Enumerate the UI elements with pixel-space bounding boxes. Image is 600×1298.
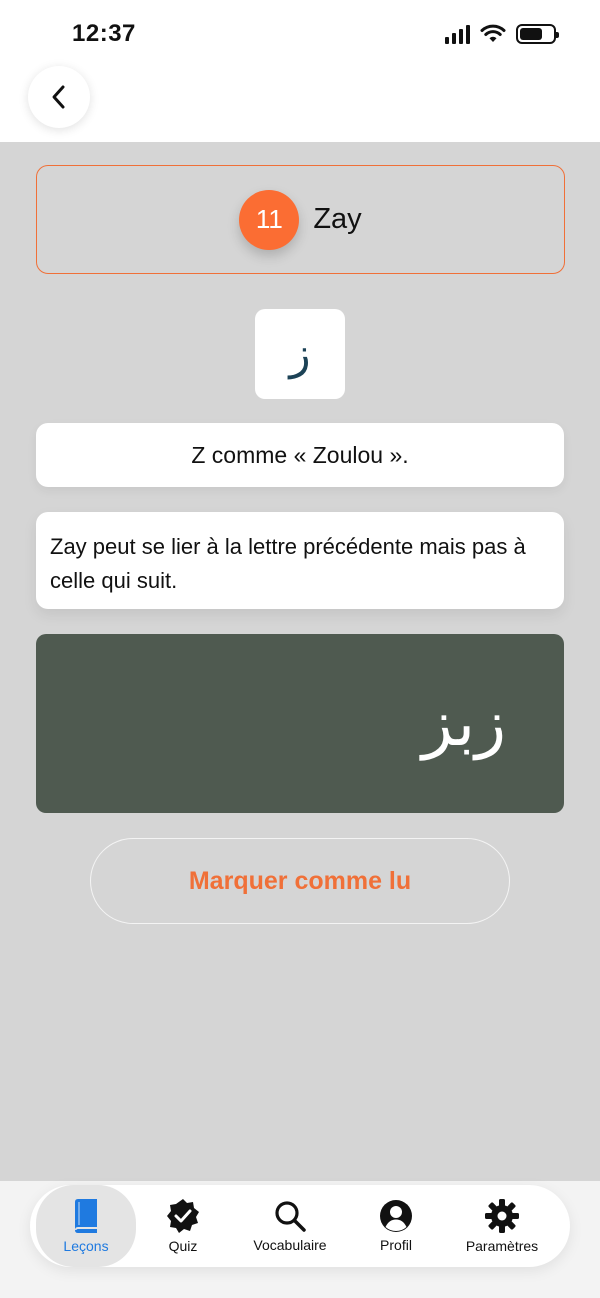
tab-lecons-label: Leçons: [63, 1238, 109, 1254]
wifi-icon: [480, 24, 506, 42]
description-card: Zay peut se lier à la lettre précédente …: [36, 512, 564, 609]
tab-parametres[interactable]: Paramètres: [450, 1185, 554, 1267]
tab-bar: Leçons Quiz Vocabulaire Profil Paramètre…: [30, 1185, 570, 1267]
top-bar: 12:37: [0, 0, 600, 142]
tab-quiz-label: Quiz: [168, 1238, 198, 1254]
check-badge-icon: [167, 1199, 199, 1233]
tab-lecons[interactable]: Leçons: [36, 1185, 136, 1267]
tab-vocabulaire-label: Vocabulaire: [253, 1237, 327, 1253]
letter-name: Zay: [313, 203, 362, 235]
pronunciation-text: Z comme « Zoulou ».: [191, 441, 409, 468]
tab-profil-label: Profil: [380, 1237, 412, 1253]
tab-parametres-label: Paramètres: [465, 1238, 539, 1254]
gear-icon: [485, 1199, 519, 1233]
signal-icon: [445, 24, 470, 44]
description-text: Zay peut se lier à la lettre précédente …: [50, 534, 526, 593]
mark-as-read-button[interactable]: Marquer comme lu: [90, 838, 510, 924]
example-word: زبز: [421, 686, 506, 761]
tab-vocabulaire[interactable]: Vocabulaire: [240, 1185, 340, 1267]
person-circle-icon: [380, 1200, 412, 1232]
battery-icon: [516, 24, 559, 44]
chevron-left-icon: [52, 85, 65, 109]
tab-profil[interactable]: Profil: [356, 1185, 436, 1267]
pronunciation-card: Z comme « Zoulou ».: [36, 423, 564, 487]
back-button[interactable]: [28, 66, 90, 128]
search-icon: [275, 1201, 306, 1232]
book-icon: [75, 1199, 97, 1233]
tab-quiz[interactable]: Quiz: [140, 1185, 226, 1267]
letter-glyph: ز: [255, 309, 345, 399]
letter-header-card: 11 Zay: [36, 165, 565, 274]
status-icons: [445, 24, 559, 44]
letter-number-badge: 11: [239, 189, 300, 250]
status-time: 12:37: [72, 20, 136, 47]
example-word-card: زبز: [36, 634, 564, 813]
